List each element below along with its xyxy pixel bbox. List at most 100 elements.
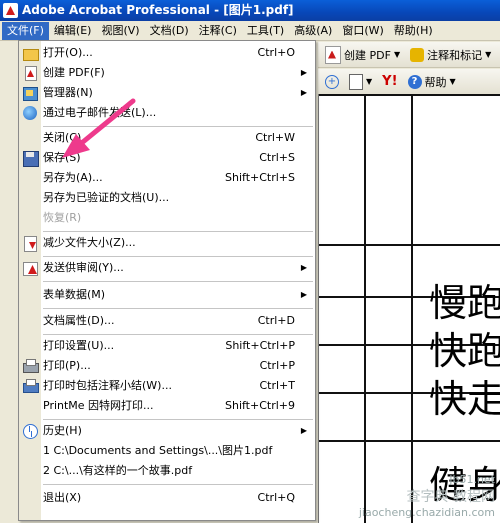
email-icon [22,105,38,121]
reduce-size-icon [22,235,38,252]
menu-item-history[interactable]: 历史(H) ▶ [19,422,315,440]
zoom-in-button[interactable]: + [322,72,342,92]
comment-markup-button[interactable]: 注释和标记 ▼ [407,45,494,65]
menu-item-shortcut: Ctrl+T [259,379,295,392]
toolbar-navigation: + ▼ Y! ? 帮助 ▼ [318,69,500,95]
menu-edit[interactable]: 编辑(E) [49,22,97,40]
menu-item-shortcut: Ctrl+D [257,314,295,327]
menu-item-shortcut: Ctrl+S [259,151,295,164]
menu-item-recent-1[interactable]: 1 C:\Documents and Settings\...\图片1.pdf [19,442,315,460]
table-cell: 快跑 [429,329,500,373]
help-button[interactable]: ? 帮助 ▼ [405,72,459,92]
comment-icon [410,47,425,62]
menu-item-printme[interactable]: PrintMe 因特网打印... Shift+Ctrl+9 [19,397,315,415]
submenu-arrow-icon: ▶ [300,290,307,299]
menu-advanced[interactable]: 高级(A) [289,22,337,40]
history-icon [22,423,38,439]
submenu-arrow-icon: ▶ [300,263,307,272]
menu-item-print-comments[interactable]: 打印时包括注释小结(W)... Ctrl+T [19,377,315,395]
submenu-arrow-icon: ▶ [300,88,307,97]
acrobat-icon [3,3,18,18]
menu-separator [43,334,313,335]
menu-item-label: 打印时包括注释小结(W)... [43,379,172,392]
menu-item-label: 历史(H) [43,424,82,437]
menu-item-label: 发送供审阅(Y)... [43,261,124,274]
menu-item-exit[interactable]: 退出(X) Ctrl+Q [19,489,315,507]
menu-item-print[interactable]: 打印(P)... Ctrl+P [19,357,315,375]
title-bar: Adobe Acrobat Professional - [图片1.pdf] [0,0,500,21]
menu-item-label: 1 C:\Documents and Settings\...\图片1.pdf [43,444,273,457]
menu-item-reduce-size[interactable]: 减少文件大小(Z)... [19,234,315,252]
menu-separator [43,484,313,485]
table-cell: 慢跑 [429,281,500,325]
table-cell: 快走 [429,377,500,421]
menu-item-open[interactable]: 打开(O)... Ctrl+O [19,44,315,62]
watermark-brand: 查字典 教程网 [406,489,495,505]
menu-separator [43,126,313,127]
menu-item-label: 管理器(N) [43,86,93,99]
menu-item-label: 退出(X) [43,491,82,504]
table-border [364,94,366,523]
menu-comments[interactable]: 注释(C) [194,22,242,40]
help-icon: ? [407,74,422,89]
menu-item-print-setup[interactable]: 打印设置(U)... Shift+Ctrl+P [19,337,315,355]
watermark-url: jiaocheng.chazidian.com [358,506,495,519]
menu-item-shortcut: Shift+Ctrl+P [225,339,295,352]
menu-help[interactable]: 帮助(H) [389,22,438,40]
help-label: 帮助 [424,75,447,89]
menu-item-shortcut: Ctrl+W [255,131,295,144]
menu-bar: 文件(F) 编辑(E) 视图(V) 文档(D) 注释(C) 工具(T) 高级(A… [0,21,500,41]
submenu-arrow-icon: ▶ [300,68,307,77]
menu-separator [43,419,313,420]
menu-document[interactable]: 文档(D) [145,22,194,40]
menu-file[interactable]: 文件(F) [2,21,49,40]
menu-item-save-certified[interactable]: 另存为已验证的文档(U)... [19,189,315,207]
menu-item-label: 另存为(A)... [43,171,103,184]
menu-item-revert: 恢复(R) [19,209,315,227]
review-icon [22,260,38,276]
table-border [319,244,500,246]
menu-item-label: 创建 PDF(F) [43,66,105,79]
menu-item-label: 文档属性(D)... [43,314,115,327]
menu-item-label: 减少文件大小(Z)... [43,236,136,249]
table-border [319,440,500,442]
menu-item-send-review[interactable]: 发送供审阅(Y)... ▶ [19,259,315,277]
page-layout-icon [349,73,363,90]
menu-item-save[interactable]: 保存(S) Ctrl+S [19,149,315,167]
submenu-arrow-icon: ▶ [300,426,307,435]
page-layout-button[interactable]: ▼ [346,72,375,92]
yahoo-button[interactable]: Y! [379,72,400,92]
menu-separator [43,256,313,257]
menu-item-close[interactable]: 关闭(C) Ctrl+W [19,129,315,147]
zoom-in-icon: + [325,74,339,89]
menu-item-email[interactable]: 通过电子邮件发送(L)... [19,104,315,122]
chevron-down-icon: ▼ [449,77,456,86]
menu-item-shortcut: Ctrl+P [259,359,295,372]
menu-tools[interactable]: 工具(T) [242,22,289,40]
pdf-icon [325,45,341,64]
menu-item-doc-properties[interactable]: 文档属性(D)... Ctrl+D [19,312,315,330]
menu-window[interactable]: 窗口(W) [337,22,388,40]
chevron-down-icon: ▼ [393,50,401,59]
create-pdf-button[interactable]: 创建 PDF ▼ [322,45,403,65]
menu-item-label: 打开(O)... [43,46,93,59]
menu-item-label: 表单数据(M) [43,288,106,301]
menu-item-recent-2[interactable]: 2 C:\...\有这样的一个故事.pdf [19,462,315,480]
yahoo-icon: Y! [382,74,398,89]
comment-markup-label: 注释和标记 [427,48,483,62]
menu-item-create-pdf[interactable]: 创建 PDF(F) ▶ [19,64,315,82]
watermark: jb51.net 查字典 教程网 jiaocheng.chazidian.com [359,473,495,519]
chevron-down-icon: ▼ [366,77,373,86]
menu-item-shortcut: Ctrl+O [257,46,295,59]
document-page: 慢跑 快跑 快走 健身 jb51.net 查字典 教程网 jiaocheng.c… [318,94,500,523]
menu-separator [43,281,313,282]
menu-separator [43,308,313,309]
menu-item-form-data[interactable]: 表单数据(M) ▶ [19,286,315,304]
menu-item-organizer[interactable]: 管理器(N) ▶ [19,84,315,102]
folder-icon [22,45,39,61]
pdf-icon [22,65,38,81]
menu-item-save-as[interactable]: 另存为(A)... Shift+Ctrl+S [19,169,315,187]
menu-view[interactable]: 视图(V) [96,22,144,40]
menu-item-shortcut: Ctrl+Q [257,491,295,504]
save-icon [22,150,39,167]
